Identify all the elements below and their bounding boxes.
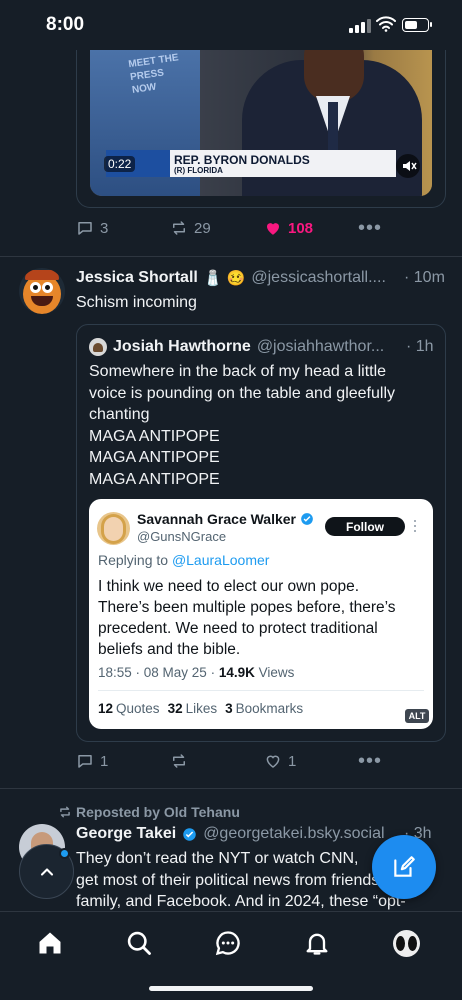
compose-icon (394, 856, 415, 877)
chevron-up-icon (40, 867, 53, 876)
more-options-icon[interactable]: ••• (358, 217, 382, 240)
quote-header: Josiah Hawthorne @josiahhawthor... (113, 338, 384, 356)
like-button[interactable]: 1 (264, 752, 296, 770)
chat-icon (215, 931, 240, 956)
status-time: 8:00 (46, 14, 85, 35)
tweet-divider (0, 256, 462, 257)
quote-author-name: Josiah Hawthorne (113, 338, 251, 355)
embedded-author-name: Savannah Grace Walker (137, 511, 297, 527)
tab-home[interactable] (35, 928, 65, 958)
heart-filled-icon (267, 223, 279, 235)
tweet-header: Jessica Shortall 🧂 🥴 @jessicashortall...… (76, 269, 386, 287)
home-indicator (149, 986, 313, 991)
tab-search[interactable] (124, 928, 154, 958)
like-count: 1 (288, 752, 297, 770)
tweet-time: · 10m (404, 269, 445, 286)
repost-icon (173, 221, 185, 235)
video-logo-text: MEET THE PRESS NOW (127, 52, 180, 96)
video-player[interactable]: MEET THE PRESS NOW REP. BYRON DONALDS (R… (90, 50, 432, 196)
embedded-tweet-text: I think we need to elect our own pope. T… (98, 578, 396, 658)
video-chyron: REP. BYRON DONALDS (R) FLORIDA (106, 150, 396, 177)
battery-icon (402, 18, 432, 32)
quote-time: · 1h (406, 338, 434, 355)
embedded-author-handle: @GunsNGrace (137, 529, 227, 544)
repost-button[interactable]: 29 (170, 219, 211, 237)
profile-avatar (392, 929, 420, 957)
tweet-actions: 1 1 ••• (76, 750, 446, 776)
reply-icon (78, 222, 92, 235)
author-handle[interactable]: @georgetakei.bsky.social (203, 825, 384, 843)
repost-indicator: Reposted by Old Tehanu (58, 804, 240, 820)
embedded-author-name-row: Savannah Grace Walker (137, 511, 314, 527)
reply-count: 1 (100, 752, 109, 770)
wifi-icon (376, 16, 396, 32)
bell-icon (306, 933, 328, 955)
repost-count: 29 (194, 219, 211, 237)
like-count: 108 (288, 219, 314, 237)
tweet-divider (0, 788, 462, 789)
repost-button[interactable] (170, 752, 194, 770)
mute-icon[interactable] (396, 154, 420, 178)
chyron-subtitle: (R) FLORIDA (174, 166, 223, 175)
heart-icon (266, 755, 280, 768)
reply-icon (78, 755, 92, 768)
compose-button[interactable] (372, 835, 436, 899)
status-bar: 8:00 (0, 0, 462, 50)
cellular-signal-icon (349, 19, 371, 33)
video-duration: 0:22 (104, 156, 136, 172)
repost-icon (173, 754, 185, 768)
like-button[interactable]: 108 (264, 219, 313, 237)
battery-fill (404, 20, 418, 29)
verified-badge-icon (183, 827, 196, 841)
reply-button[interactable]: 3 (76, 219, 108, 237)
name-emoji: 🧂 🥴 (203, 270, 246, 287)
embedded-tweet-stats: 12 Quotes 32 Likes 3 Bookmarks (98, 701, 304, 716)
verified-badge-icon (301, 513, 313, 525)
bottom-tab-bar (0, 911, 462, 1000)
new-posts-dot (59, 848, 70, 859)
quote-text: Somewhere in the back of my head a littl… (89, 363, 395, 488)
quote-author-avatar (89, 338, 107, 356)
tab-notifications[interactable] (302, 928, 332, 958)
chyron-name: REP. BYRON DONALDS (174, 153, 310, 167)
tweet-text: Schism incoming (76, 294, 197, 311)
author-handle[interactable]: @jessicashortall.... (251, 269, 386, 287)
feed: MEET THE PRESS NOW REP. BYRON DONALDS (R… (0, 0, 462, 1000)
replying-to-handle: @LauraLoomer (171, 552, 270, 568)
tab-chat[interactable] (213, 928, 243, 958)
reply-button[interactable]: 1 (76, 752, 108, 770)
more-vertical-icon (413, 519, 417, 533)
top-tweet-actions: 3 29 108 ••• (76, 217, 446, 243)
more-options-icon[interactable]: ••• (358, 750, 382, 773)
author-name[interactable]: George Takei (76, 825, 176, 843)
reply-count: 3 (100, 219, 109, 237)
author-avatar[interactable] (19, 268, 65, 314)
tweet-header: George Takei @georgetakei.bsky.social (76, 825, 385, 843)
alt-text-badge[interactable]: ALT (405, 709, 429, 723)
embedded-author-avatar (97, 512, 130, 545)
author-name[interactable]: Jessica Shortall (76, 269, 198, 287)
search-icon (127, 931, 151, 955)
repost-icon (60, 806, 70, 818)
home-icon (39, 932, 61, 954)
quote-author-handle: @josiahhawthor... (256, 338, 385, 355)
tab-profile[interactable] (391, 928, 421, 958)
embedded-tweet-meta: 18:55 · 08 May 25 · 14.9K Views (98, 665, 295, 680)
repost-label: Reposted by Old Tehanu (76, 804, 240, 820)
follow-button: Follow (325, 517, 405, 536)
replying-to: Replying to @LauraLoomer (98, 552, 270, 568)
